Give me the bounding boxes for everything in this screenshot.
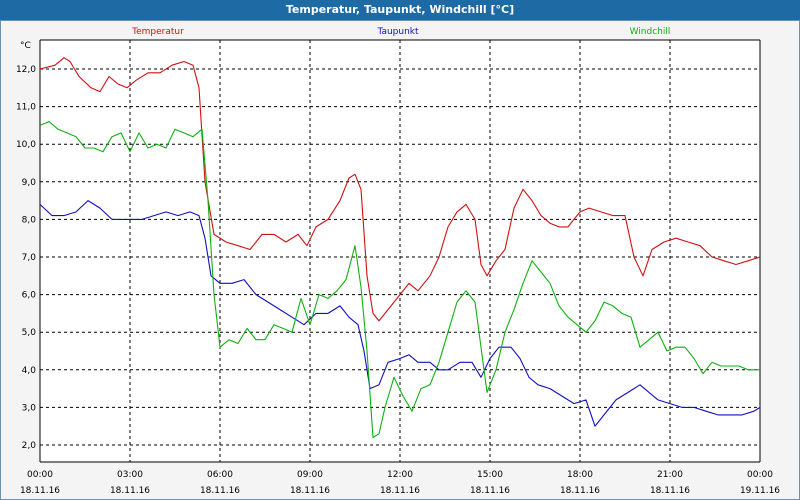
x-tick-date: 18.11.16 xyxy=(200,486,240,496)
x-tick-date: 18.11.16 xyxy=(20,486,60,496)
x-tick-time: 00:00 xyxy=(27,470,53,480)
y-tick-label: 3,0 xyxy=(22,403,37,413)
x-tick-time: 06:00 xyxy=(207,470,233,480)
y-unit-label: °C xyxy=(20,41,31,51)
x-tick-date: 18.11.16 xyxy=(110,486,150,496)
x-tick-time: 09:00 xyxy=(297,470,323,480)
x-tick-date: 18.11.16 xyxy=(290,486,330,496)
y-tick-label: 11,0 xyxy=(16,103,36,113)
legend-item-taupunkt: Taupunkt xyxy=(376,27,419,37)
x-tick-date: 18.11.16 xyxy=(470,486,510,496)
x-tick-date: 18.11.16 xyxy=(650,486,690,496)
x-tick-time: 00:00 xyxy=(747,470,773,480)
y-tick-label: 7,0 xyxy=(22,253,37,263)
y-tick-label: 8,0 xyxy=(22,215,37,225)
legend-item-temperatur: Temperatur xyxy=(131,27,184,37)
x-tick-time: 15:00 xyxy=(477,470,503,480)
x-tick-time: 18:00 xyxy=(567,470,593,480)
y-tick-label: 2,0 xyxy=(22,441,37,451)
x-tick-time: 21:00 xyxy=(657,470,683,480)
x-tick-time: 12:00 xyxy=(387,470,413,480)
y-tick-label: 10,0 xyxy=(16,140,36,150)
x-tick-date: 19.11.16 xyxy=(740,486,780,496)
x-tick-time: 03:00 xyxy=(117,470,143,480)
y-tick-label: 4,0 xyxy=(22,366,37,376)
y-tick-label: 5,0 xyxy=(22,328,37,338)
y-tick-label: 6,0 xyxy=(22,291,37,301)
x-tick-date: 18.11.16 xyxy=(380,486,420,496)
y-tick-label: 12,0 xyxy=(16,65,36,75)
legend-item-windchill: Windchill xyxy=(630,27,671,37)
line-chart: 2,0 3,0 4,0 5,0 6,0 7,0 8,0 9,0 10,0 11,0 12,0 °C 00… xyxy=(16,27,780,496)
x-tick-date: 18.11.16 xyxy=(560,486,600,496)
y-tick-label: 9,0 xyxy=(22,178,37,188)
